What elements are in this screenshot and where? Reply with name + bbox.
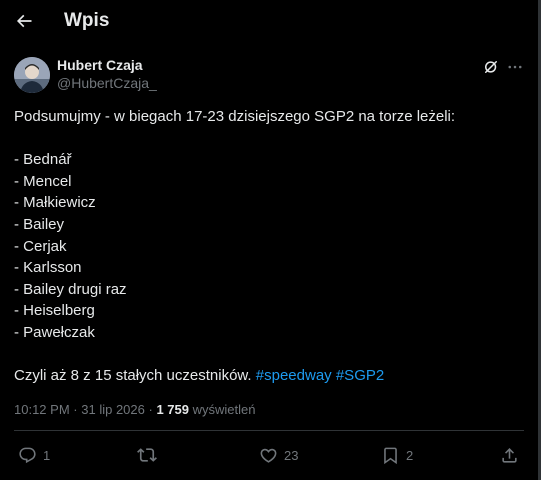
meta-separator: ·: [148, 402, 153, 417]
divider: [14, 430, 524, 431]
reply-button[interactable]: 1: [18, 444, 50, 466]
tweet-time[interactable]: 10:12 PM: [14, 402, 70, 417]
hashtag-link[interactable]: #SGP2: [336, 367, 384, 384]
tweet-date[interactable]: 31 lip 2026: [81, 402, 145, 417]
share-icon: [500, 446, 519, 465]
rider-line: - Bednář: [14, 151, 72, 169]
rider-line: - Pawełczak: [14, 323, 95, 341]
rider-line: - Bailey: [14, 215, 65, 233]
arrow-left-icon: [14, 11, 34, 31]
grok-button[interactable]: [481, 57, 501, 77]
views-count: 1 759: [156, 402, 190, 417]
rider-line: - Bailey drugi raz: [14, 280, 127, 298]
more-options-button[interactable]: [505, 57, 525, 77]
author-handle[interactable]: @HubertCzaja_: [57, 75, 157, 91]
heart-icon: [259, 446, 278, 465]
rider-line: - Cerjak: [14, 237, 67, 255]
tweet-meta: 10:12 PM · 31 lip 2026 · 1 759 wyświetle…: [14, 402, 256, 417]
rider-line: - Małkiewicz: [14, 194, 96, 212]
reply-count: 1: [43, 447, 51, 463]
hashtag-link[interactable]: #speedway: [256, 367, 332, 384]
repost-icon: [137, 445, 157, 465]
rider-line: - Karlsson: [14, 259, 82, 277]
reply-icon: [18, 446, 37, 465]
like-button[interactable]: 23: [259, 444, 298, 466]
share-button[interactable]: [500, 444, 519, 466]
back-button[interactable]: [12, 9, 36, 33]
bookmark-button[interactable]: 2: [381, 444, 413, 466]
bookmark-icon: [381, 446, 400, 465]
bookmark-count: 2: [406, 447, 414, 463]
tweet-text: Podsumujmy - w biegach 17-23 dzisiejszeg…: [14, 106, 524, 387]
action-bar: 1 23 2: [0, 440, 538, 470]
like-count: 23: [284, 447, 299, 463]
top-bar: Wpis: [0, 0, 538, 44]
author-name[interactable]: Hubert Czaja: [57, 57, 143, 73]
tweet-outro: Czyli aż 8 z 15 stałych uczestników.: [14, 367, 252, 385]
rider-line: - Mencel: [14, 172, 72, 190]
more-horizontal-icon: [506, 58, 524, 76]
grok-icon: [482, 58, 500, 76]
page-title: Wpis: [64, 10, 110, 31]
rider-line: - Heiselberg: [14, 302, 95, 320]
tweet-outro-line: Czyli aż 8 z 15 stałych uczestników. #sp…: [14, 365, 524, 387]
avatar[interactable]: [14, 57, 50, 93]
meta-separator: ·: [73, 402, 78, 417]
repost-button[interactable]: [137, 444, 163, 466]
tweet-intro: Podsumujmy - w biegach 17-23 dzisiejszeg…: [14, 108, 456, 125]
views-label: wyświetleń: [192, 402, 256, 417]
